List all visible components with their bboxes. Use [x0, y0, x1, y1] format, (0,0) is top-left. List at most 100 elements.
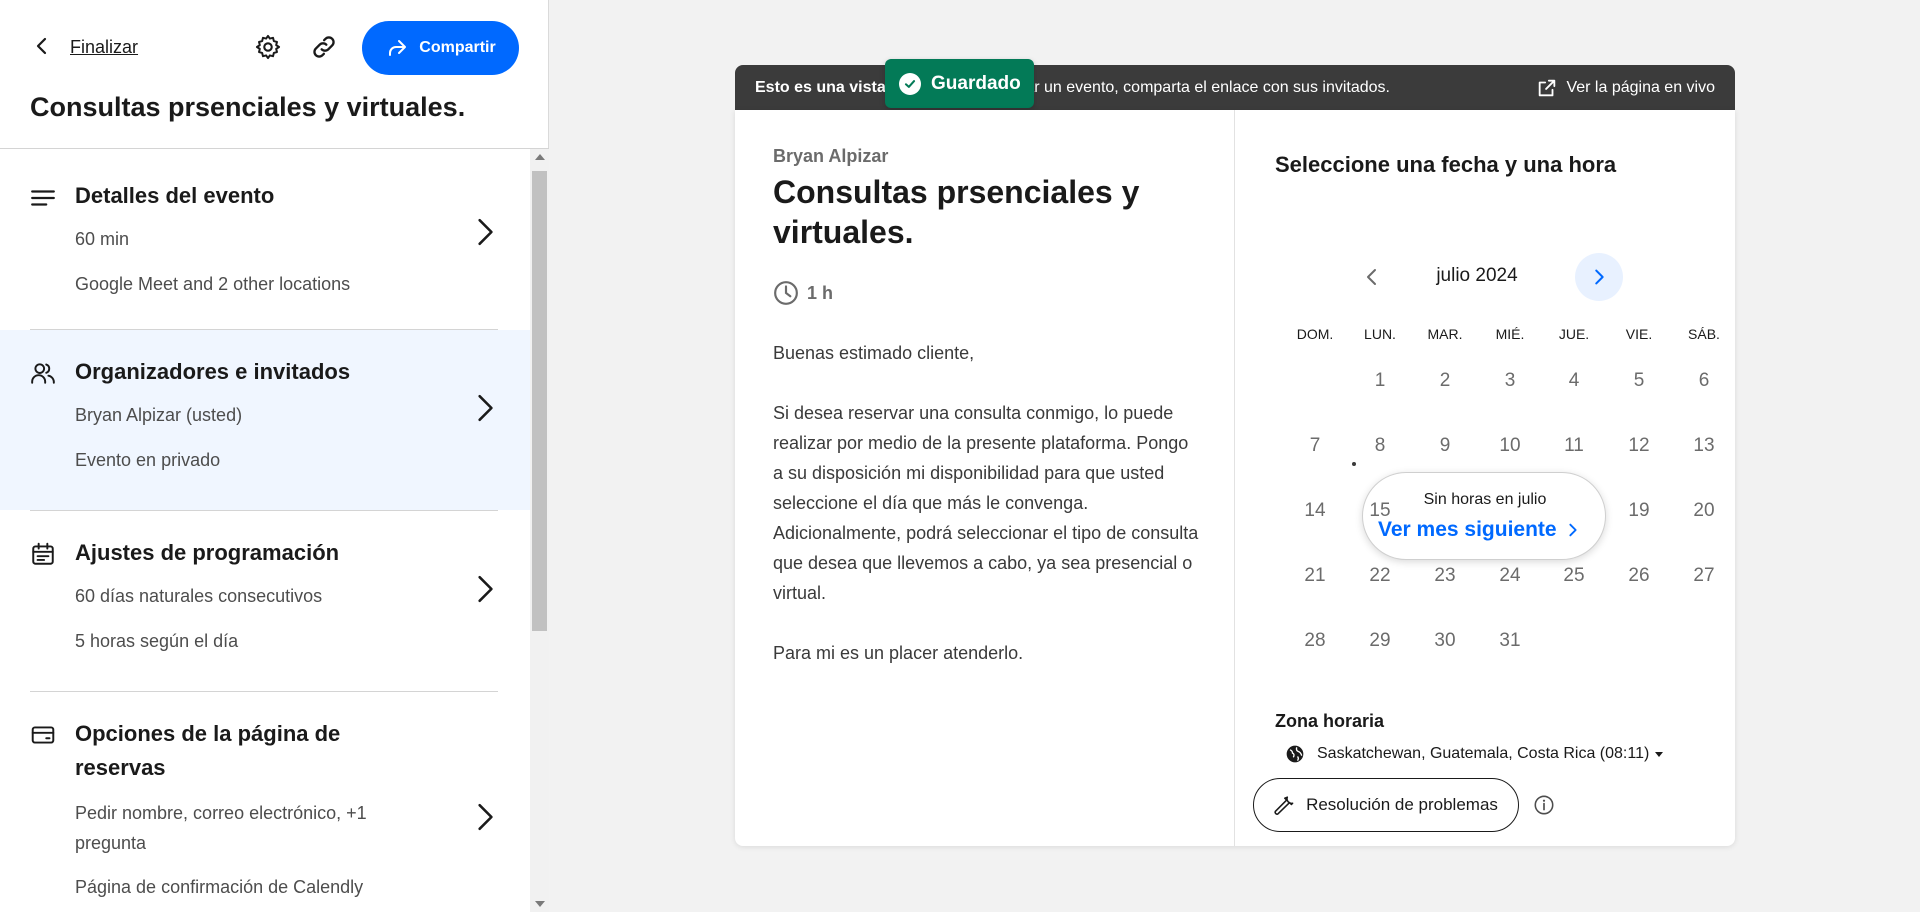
- share-button[interactable]: Compartir: [362, 21, 519, 75]
- booking-card: Bryan Alpizar Consultas prsenciales y vi…: [735, 110, 1735, 846]
- calendar-day: 28: [1304, 630, 1326, 651]
- globe-icon: [1286, 745, 1304, 763]
- calendar-day: 2: [1439, 370, 1451, 391]
- view-live-page-link[interactable]: Ver la página en vivo: [1536, 77, 1715, 99]
- share-arrow-icon: [389, 40, 407, 56]
- calendar-day: 23: [1434, 565, 1456, 586]
- section-detail: Google Meet and 2 other locations: [75, 274, 351, 294]
- section-event-details[interactable]: Detalles del evento 60 min Google Meet a…: [0, 149, 530, 329]
- timezone-select[interactable]: Saskatchewan, Guatemala, Costa Rica (08:…: [1285, 744, 1664, 764]
- select-date-title: Seleccione una fecha y una hora: [1275, 152, 1617, 177]
- section-title: Ajustes de programación: [75, 540, 340, 565]
- view-live-page-label: Ver la página en vivo: [1566, 79, 1715, 96]
- calendar-day: 22: [1369, 565, 1391, 586]
- settings-sections: Detalles del evento 60 min Google Meet a…: [0, 149, 530, 912]
- preview-message-bold: Esto es una vista: [755, 79, 886, 96]
- link-icon[interactable]: [310, 33, 338, 61]
- calendar-day: 6: [1698, 370, 1710, 391]
- calendar-day: 14: [1304, 500, 1326, 521]
- timezone-value: Saskatchewan, Guatemala, Costa Rica (08:…: [1317, 745, 1650, 762]
- calendar-day: 20: [1693, 500, 1715, 521]
- organizer-name: Bryan Alpizar: [773, 146, 889, 166]
- calendar-day: 10: [1499, 435, 1521, 456]
- external-link-icon: [1539, 79, 1556, 97]
- calendar-day: 27: [1693, 565, 1715, 586]
- calendar-day: 26: [1628, 565, 1650, 586]
- gear-icon[interactable]: [254, 33, 282, 61]
- month-label: julio 2024: [1436, 265, 1518, 286]
- editor-panel: Finalizar Compartir Consultas prsenciale…: [0, 0, 549, 912]
- calendar-day: 30: [1434, 630, 1456, 651]
- chevron-right-icon: [478, 218, 493, 246]
- saved-toast: Guardado: [885, 59, 1034, 108]
- troubleshoot-label: Resolución de problemas: [1306, 795, 1498, 814]
- toast-label: Guardado: [931, 72, 1021, 94]
- section-detail: Página de confirmación de Calendly: [75, 877, 364, 897]
- troubleshoot-button[interactable]: Resolución de problemas: [1253, 778, 1519, 832]
- duration-label: 1 h: [807, 282, 834, 303]
- check-circle-icon: [899, 72, 921, 95]
- section-detail: Evento en privado: [75, 450, 221, 470]
- scroll-thumb[interactable]: [532, 171, 547, 631]
- calendar-day: 31: [1499, 630, 1521, 651]
- section-hosts-invitees[interactable]: Organizadores e invitados Bryan Alpizar …: [0, 330, 530, 510]
- section-title: Opciones de la página de reservas: [75, 721, 341, 780]
- calendar-day: 15: [1369, 500, 1391, 521]
- weekday-label: JUE.: [1558, 326, 1590, 342]
- calendar-day: 11: [1564, 435, 1584, 456]
- chevron-left-icon[interactable]: [30, 34, 54, 58]
- caret-down-icon: [1655, 751, 1664, 757]
- calendar-day: 12: [1628, 435, 1650, 456]
- timezone-title: Zona horaria: [1275, 711, 1385, 731]
- calendar-day: 8: [1374, 435, 1386, 456]
- event-title: Consultas prsenciales y virtuales.: [773, 174, 1140, 250]
- calendar-icon: [32, 542, 54, 565]
- section-title: Detalles del evento: [75, 183, 275, 208]
- wrench-icon: [1274, 796, 1294, 815]
- section-booking-page-options[interactable]: Opciones de la página de reservas Pedir …: [0, 692, 530, 912]
- scroll-up-arrow[interactable]: [535, 154, 545, 160]
- description-paragraph: Para mi es un placer atenderlo.: [773, 643, 1024, 663]
- share-button-label: Compartir: [419, 39, 496, 56]
- info-icon[interactable]: [1533, 794, 1555, 816]
- weekday-label: MAR.: [1427, 326, 1463, 342]
- chevron-right-icon: [478, 394, 493, 422]
- finalize-link[interactable]: Finalizar: [70, 37, 138, 58]
- description-paragraph: Buenas estimado cliente,: [773, 343, 975, 363]
- chevron-right-icon: [1595, 269, 1604, 285]
- section-scheduling-settings[interactable]: Ajustes de programación 60 días naturale…: [0, 511, 530, 691]
- calendar-day: 4: [1568, 370, 1580, 391]
- weekday-label: DOM.: [1296, 326, 1334, 342]
- calendar-day: 24: [1499, 565, 1521, 586]
- calendar-day: 25: [1563, 565, 1585, 586]
- calendar-day: 13: [1693, 435, 1715, 456]
- chevron-right-icon: [1568, 523, 1577, 537]
- event-description: Buenas estimado cliente, Si desea reserv…: [773, 338, 1203, 698]
- chevron-right-icon: [478, 803, 493, 831]
- divider: [1234, 110, 1235, 846]
- calendar-day: 19: [1628, 500, 1650, 521]
- weekday-label: SÁB.: [1688, 326, 1720, 342]
- clock-icon: [774, 281, 798, 305]
- menu-lines-icon: [31, 190, 55, 206]
- section-title: Organizadores e invitados: [75, 359, 351, 384]
- calendar-day: 29: [1369, 630, 1391, 651]
- next-month-button[interactable]: [1575, 253, 1623, 301]
- people-icon: [31, 363, 55, 384]
- section-detail: 5 horas según el día: [75, 631, 239, 651]
- section-detail: Pedir nombre, correo electrónico, +1 pre…: [75, 803, 367, 853]
- scroll-down-arrow[interactable]: [535, 901, 545, 907]
- description-paragraph: Si desea reservar una consulta conmigo, …: [773, 403, 1199, 603]
- section-detail: 60 min: [75, 229, 130, 249]
- weekday-label: MIÉ.: [1495, 326, 1525, 342]
- preview-message: Esto es una vista previa. Para reservar …: [755, 79, 1390, 97]
- calendar-day: 1: [1374, 370, 1386, 391]
- event-duration: 1 h: [773, 280, 833, 306]
- calendar-day: 9: [1439, 435, 1451, 456]
- previous-month-button[interactable]: [1360, 265, 1384, 289]
- card-icon: [31, 726, 55, 744]
- scrollbar[interactable]: [530, 149, 549, 912]
- calendar-day: 5: [1633, 370, 1645, 391]
- section-detail: Bryan Alpizar (usted): [75, 405, 243, 425]
- weekday-label: VIE.: [1625, 326, 1653, 342]
